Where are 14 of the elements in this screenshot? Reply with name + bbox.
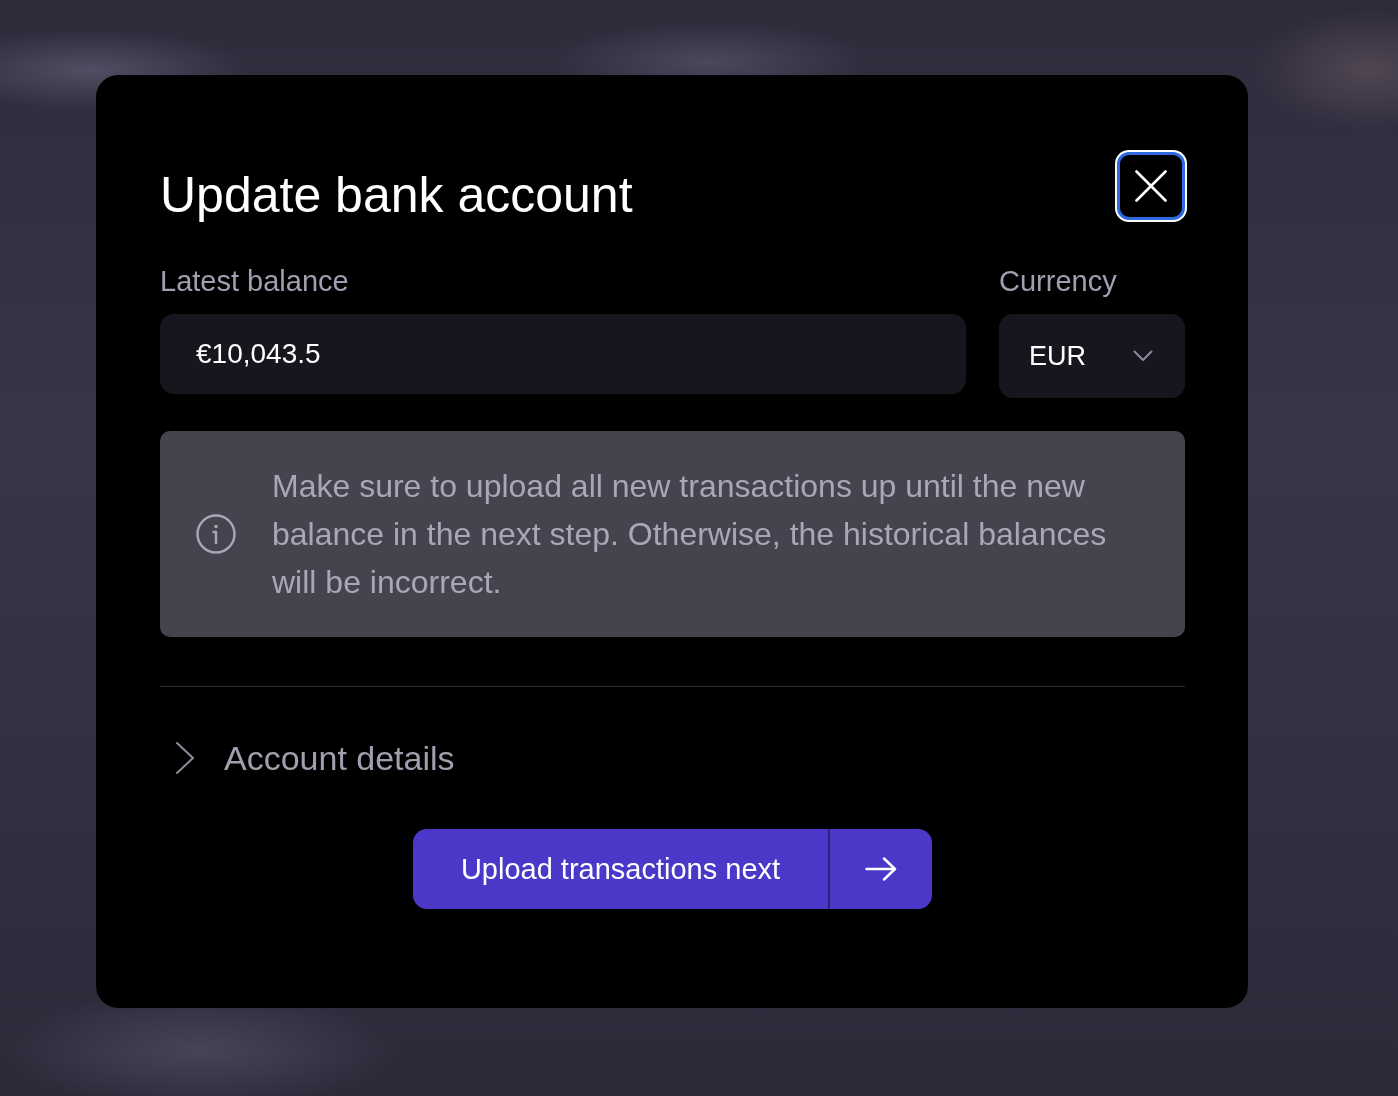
notice-text: Make sure to upload all new transactions up until the new balance in the next step. Otherwise, the historical balances will be incorrect. <box>272 467 1108 602</box>
dialog-title: Update bank account <box>160 166 633 224</box>
balance-input[interactable]: €10,043.5 <box>160 314 966 394</box>
field-label: Latest balance <box>160 264 350 298</box>
section-toggle[interactable]: Account details <box>224 737 455 779</box>
field-label: Currency <box>999 264 1118 298</box>
chevron-down-icon <box>1133 350 1153 362</box>
close-button[interactable] <box>1117 152 1185 220</box>
close-icon <box>1135 170 1167 202</box>
info-icon <box>196 514 236 554</box>
currency-select[interactable]: EUR <box>999 314 1185 398</box>
upload-button[interactable]: Upload transactions next <box>412 829 933 909</box>
arrow-right-icon <box>865 857 898 881</box>
chevron-right-icon[interactable] <box>175 741 195 775</box>
